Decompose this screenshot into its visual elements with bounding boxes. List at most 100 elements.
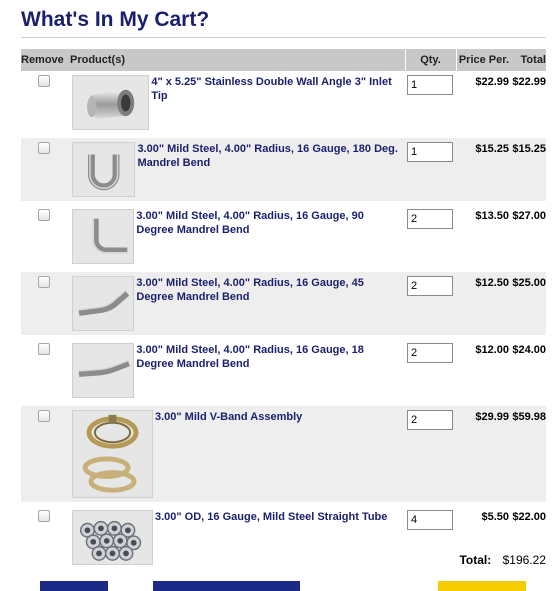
checkout-button[interactable] (438, 581, 526, 591)
product-name-link[interactable]: 3.00" Mild Steel, 4.00" Radius, 16 Gauge… (134, 272, 405, 335)
qty-cell (405, 272, 456, 335)
continue-shopping-button[interactable] (40, 581, 108, 591)
product-cell: 3.00" Mild Steel, 4.00" Radius, 16 Gauge… (68, 205, 405, 268)
header-products: Product(s) (68, 49, 405, 71)
cart-item-row: 3.00" Mild Steel, 4.00" Radius, 16 Gauge… (21, 205, 546, 268)
qty-input[interactable] (407, 209, 453, 229)
line-total-value: $27.00 (512, 210, 546, 222)
line-total-cell: $22.99 (509, 71, 546, 134)
page-title: What's In My Cart? (21, 8, 210, 31)
price-per-value: $22.99 (475, 76, 509, 88)
product-thumbnail[interactable] (72, 343, 135, 398)
remove-cell (21, 205, 68, 268)
product-name-link[interactable]: 3.00" Mild Steel, 4.00" Radius, 16 Gauge… (134, 339, 405, 402)
qty-input[interactable] (407, 343, 453, 363)
product-thumbnail[interactable] (72, 75, 150, 130)
price-cell: $29.99 (456, 406, 509, 502)
price-cell: $22.99 (456, 71, 509, 134)
remove-checkbox[interactable] (38, 142, 50, 154)
product-name-link[interactable]: 3.00" Mild Steel, 4.00" Radius, 16 Gauge… (134, 205, 405, 268)
remove-cell (21, 71, 68, 134)
product-cell: 3.00" Mild Steel, 4.00" Radius, 16 Gauge… (68, 339, 405, 402)
product-thumbnail[interactable] (72, 510, 153, 565)
product-thumbnail[interactable] (72, 410, 153, 498)
product-cell: 3.00" Mild Steel, 4.00" Radius, 16 Gauge… (68, 272, 405, 335)
u-bend-icon (87, 154, 120, 191)
remove-cell (21, 506, 68, 569)
cart-item-row: 3.00" Mild Steel, 4.00" Radius, 16 Gauge… (21, 339, 546, 402)
straight-tube-bundle-icon (79, 520, 142, 561)
cart-items: 4" x 5.25" Stainless Double Wall Angle 3… (21, 71, 546, 569)
remove-checkbox[interactable] (38, 410, 50, 422)
qty-cell (405, 205, 456, 268)
qty-cell (405, 506, 456, 569)
remove-checkbox[interactable] (38, 75, 50, 87)
product-thumbnail[interactable] (72, 209, 135, 264)
cart-table: Remove Product(s) Qty. Price Per. Total … (21, 49, 546, 569)
remove-checkbox[interactable] (38, 343, 50, 355)
remove-cell (21, 406, 68, 502)
total-label: Total: (459, 553, 492, 567)
price-per-value: $15.25 (475, 143, 509, 155)
price-cell: $12.50 (456, 272, 509, 335)
header-remove: Remove (21, 49, 68, 71)
line-total-value: $22.00 (512, 511, 546, 523)
price-per-value: $13.50 (475, 210, 509, 222)
title-divider (21, 37, 546, 38)
bend-18-icon (78, 359, 130, 377)
product-name-link[interactable]: 3.00" OD, 16 Gauge, Mild Steel Straight … (153, 506, 393, 569)
qty-input[interactable] (407, 276, 453, 296)
product-thumbnail[interactable] (72, 142, 136, 197)
qty-input[interactable] (407, 142, 453, 162)
product-thumbnail[interactable] (72, 276, 135, 331)
line-total-value: $25.00 (512, 277, 546, 289)
price-cell: $15.25 (456, 138, 509, 201)
cart-item-row: 3.00" Mild Steel, 4.00" Radius, 16 Gauge… (21, 272, 546, 335)
price-per-value: $12.50 (475, 277, 509, 289)
line-total-cell: $15.25 (509, 138, 546, 201)
product-name-link[interactable]: 4" x 5.25" Stainless Double Wall Angle 3… (149, 71, 405, 134)
qty-cell (405, 406, 456, 502)
remove-checkbox[interactable] (38, 276, 50, 288)
price-per-value: $5.50 (481, 511, 509, 523)
elbow-90-icon (92, 218, 128, 254)
qty-cell (405, 339, 456, 402)
header-price-per: Price Per. (455, 49, 509, 71)
price-per-value: $12.00 (475, 344, 509, 356)
price-cell: $12.00 (456, 339, 509, 402)
cart-item-row: 3.00" Mild Steel, 4.00" Radius, 16 Gauge… (21, 138, 546, 201)
cart-item-row: 3.00" Mild V-Band Assembly $29.99$59.98 (21, 406, 546, 502)
qty-input[interactable] (407, 410, 453, 430)
line-total-value: $59.98 (512, 411, 546, 423)
remove-cell (21, 272, 68, 335)
header-total: Total (509, 49, 546, 71)
remove-checkbox[interactable] (38, 510, 50, 522)
exhaust-tip-icon (87, 89, 135, 119)
product-cell: 3.00" Mild V-Band Assembly (68, 406, 405, 502)
qty-input[interactable] (407, 510, 453, 530)
remove-cell (21, 339, 68, 402)
bend-45-icon (78, 289, 130, 316)
price-cell: $13.50 (456, 205, 509, 268)
remove-cell (21, 138, 68, 201)
product-cell: 4" x 5.25" Stainless Double Wall Angle 3… (68, 71, 405, 134)
update-cart-button[interactable] (153, 581, 300, 591)
cart-header-row: Remove Product(s) Qty. Price Per. Total (21, 49, 546, 71)
v-band-clamp-icon (82, 414, 139, 493)
line-total-value: $24.00 (512, 344, 546, 356)
cart-item-row: 4" x 5.25" Stainless Double Wall Angle 3… (21, 71, 546, 134)
product-name-link[interactable]: 3.00" Mild Steel, 4.00" Radius, 16 Gauge… (135, 138, 405, 201)
line-total-cell: $25.00 (509, 272, 546, 335)
cart-total: Total: $196.22 (459, 553, 546, 567)
product-name-link[interactable]: 3.00" Mild V-Band Assembly (153, 406, 308, 502)
line-total-cell: $59.98 (509, 406, 546, 502)
line-total-cell: $27.00 (509, 205, 546, 268)
qty-input[interactable] (407, 75, 453, 95)
line-total-cell: $24.00 (509, 339, 546, 402)
remove-checkbox[interactable] (38, 209, 50, 221)
price-per-value: $29.99 (475, 411, 509, 423)
qty-cell (405, 71, 456, 134)
qty-cell (405, 138, 456, 201)
product-cell: 3.00" OD, 16 Gauge, Mild Steel Straight … (68, 506, 405, 569)
line-total-value: $22.99 (512, 76, 546, 88)
